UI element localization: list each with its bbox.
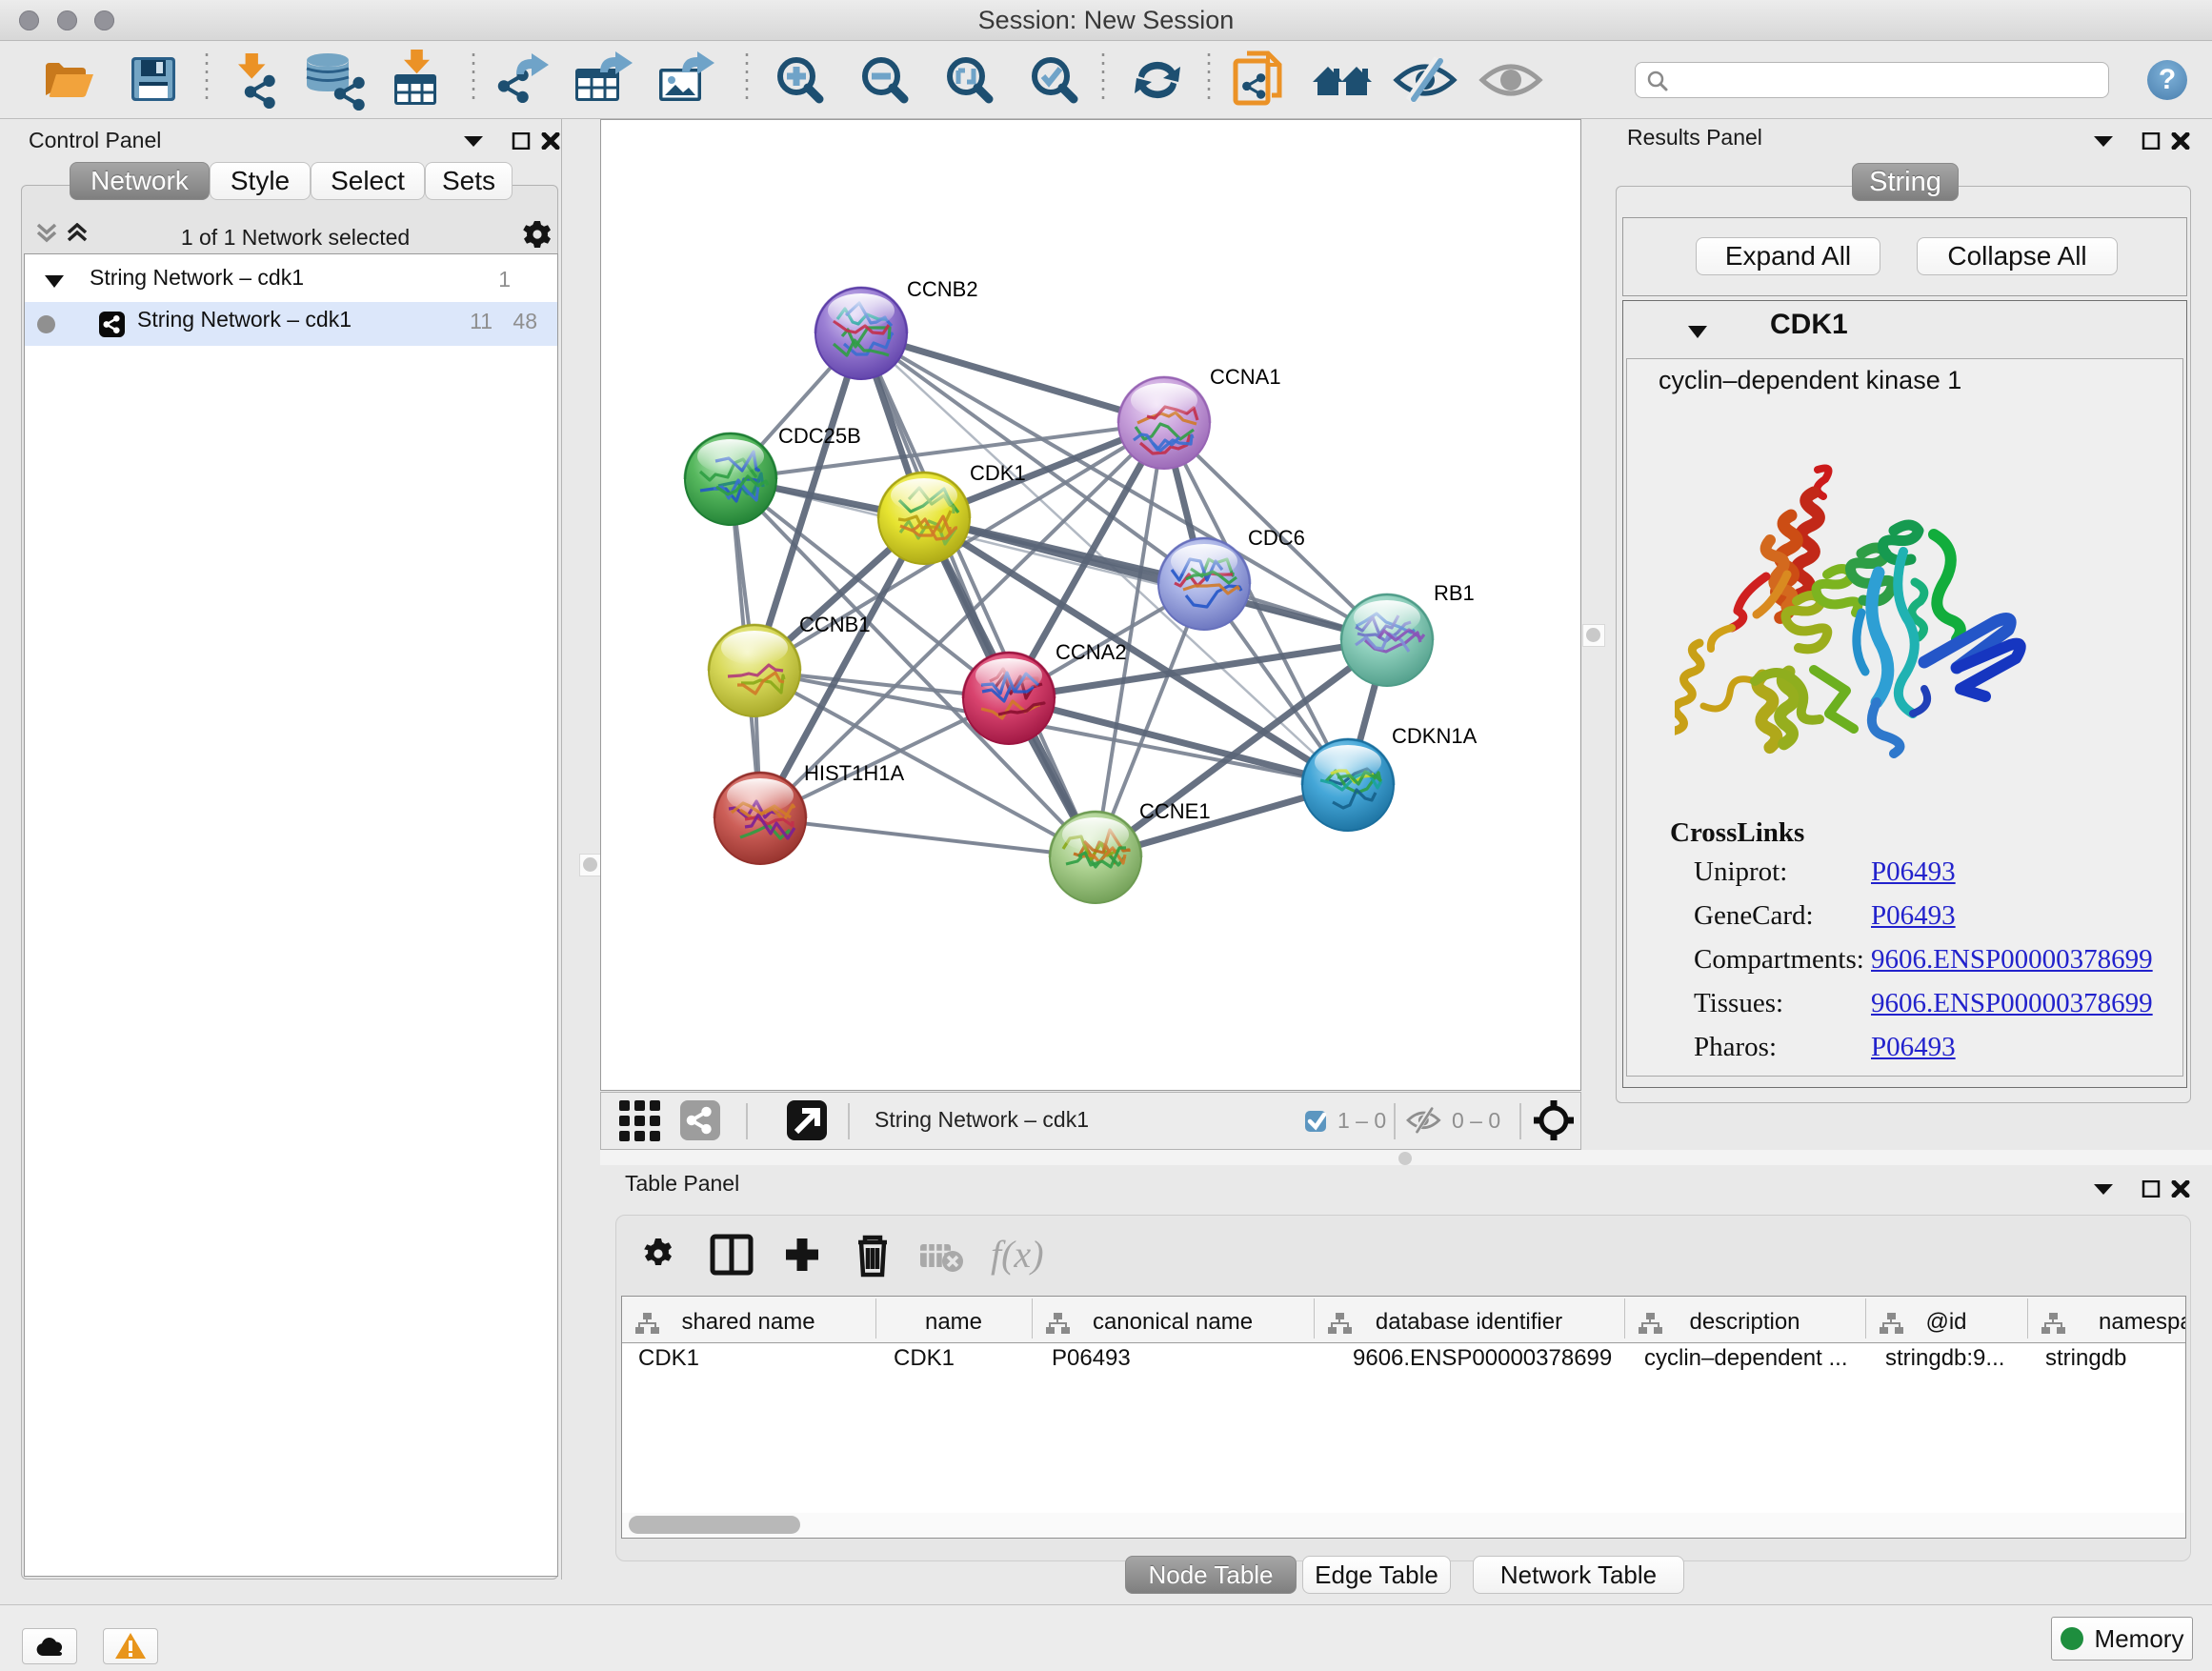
- svg-text:CCNE1: CCNE1: [1139, 799, 1211, 823]
- svg-text:CCNB2: CCNB2: [907, 277, 978, 301]
- svg-text:RB1: RB1: [1434, 581, 1475, 605]
- svg-text:CDC6: CDC6: [1248, 526, 1305, 550]
- svg-text:CCNB1: CCNB1: [799, 613, 871, 636]
- svg-text:CDC25B: CDC25B: [778, 424, 861, 448]
- svg-text:CDK1: CDK1: [970, 461, 1026, 485]
- svg-text:HIST1H1A: HIST1H1A: [804, 761, 904, 785]
- svg-text:f(x): f(x): [991, 1233, 1044, 1276]
- svg-text:CDKN1A: CDKN1A: [1392, 724, 1478, 748]
- svg-text:CCNA1: CCNA1: [1210, 365, 1281, 389]
- svg-text:CCNA2: CCNA2: [1056, 640, 1127, 664]
